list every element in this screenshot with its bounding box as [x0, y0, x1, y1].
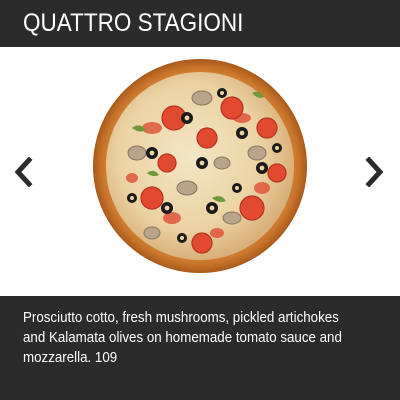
next-slide-button[interactable] [360, 152, 390, 192]
pizza-title: QUATTRO STAGIONI [23, 9, 244, 37]
previous-slide-button[interactable] [8, 152, 38, 192]
description-panel: Prosciutto cotto, fresh mushrooms, pickl… [0, 296, 400, 400]
chevron-left-icon [14, 157, 33, 187]
pizza-description: Prosciutto cotto, fresh mushrooms, pickl… [23, 310, 342, 366]
title-bar: QUATTRO STAGIONI [0, 0, 400, 47]
pizza-image [93, 59, 307, 273]
chevron-right-icon [365, 157, 384, 187]
